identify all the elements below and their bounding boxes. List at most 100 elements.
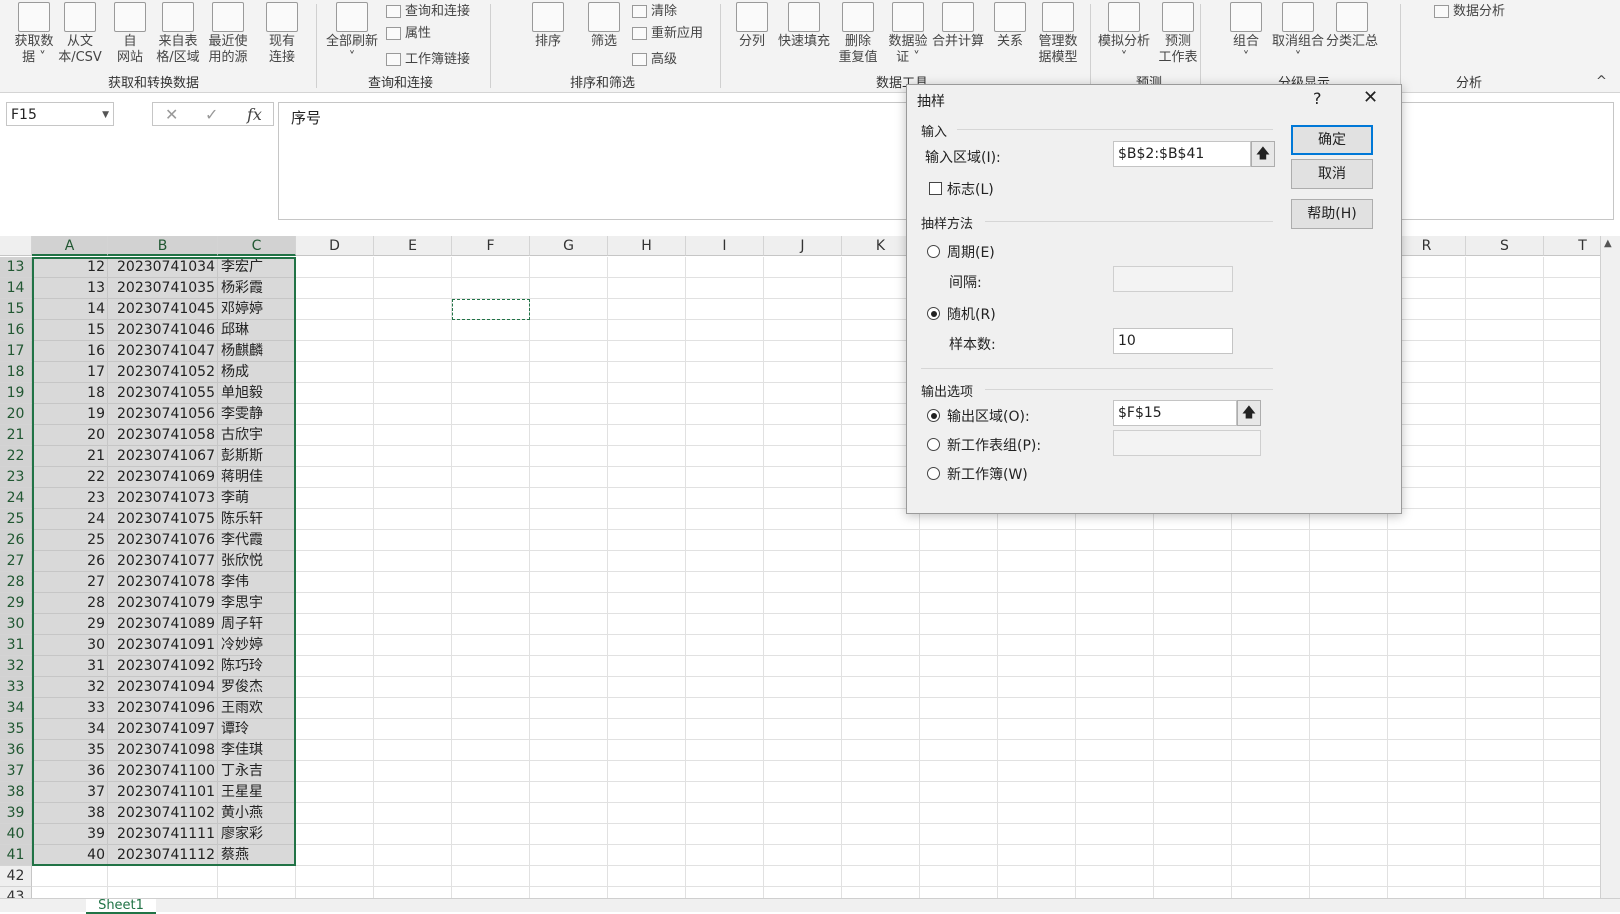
cancel-icon[interactable]: ✕ <box>165 105 178 124</box>
cell-a23[interactable]: 22 <box>32 467 108 488</box>
cell-g18[interactable] <box>530 362 608 383</box>
cell-t25[interactable] <box>1544 509 1600 530</box>
cell-e41[interactable] <box>374 845 452 866</box>
cell-j24[interactable] <box>764 488 842 509</box>
cell-h42[interactable] <box>608 866 686 887</box>
cell-t30[interactable] <box>1544 614 1600 635</box>
cell-j38[interactable] <box>764 782 842 803</box>
cell-i21[interactable] <box>686 425 764 446</box>
cell-k40[interactable] <box>842 824 920 845</box>
cell-i19[interactable] <box>686 383 764 404</box>
cell-b33[interactable]: 20230741094 <box>108 677 218 698</box>
cell-t41[interactable] <box>1544 845 1600 866</box>
cell-c23[interactable]: 蒋明佳 <box>218 467 296 488</box>
labels-checkbox[interactable] <box>929 182 942 195</box>
cell-f39[interactable] <box>452 803 530 824</box>
reapply-button[interactable]: 重新应用 <box>632 22 703 41</box>
ok-button[interactable]: 确定 <box>1291 125 1373 155</box>
cell-e34[interactable] <box>374 698 452 719</box>
cell-h37[interactable] <box>608 761 686 782</box>
cell-i13[interactable] <box>686 257 764 278</box>
scroll-up-icon[interactable]: ▲ <box>1604 238 1612 249</box>
cell-n27[interactable] <box>1076 551 1154 572</box>
cell-n31[interactable] <box>1076 635 1154 656</box>
cell-d40[interactable] <box>296 824 374 845</box>
cell-r40[interactable] <box>1388 824 1466 845</box>
cell-h36[interactable] <box>608 740 686 761</box>
cell-o29[interactable] <box>1154 593 1232 614</box>
cell-g41[interactable] <box>530 845 608 866</box>
name-box[interactable]: F15 ▼ <box>6 102 114 126</box>
cell-r38[interactable] <box>1388 782 1466 803</box>
row-header[interactable]: 21 <box>0 425 32 446</box>
cell-e29[interactable] <box>374 593 452 614</box>
cell-a18[interactable]: 17 <box>32 362 108 383</box>
output-range-field[interactable]: $F$15 <box>1113 400 1237 426</box>
row-header[interactable]: 39 <box>0 803 32 824</box>
cell-k30[interactable] <box>842 614 920 635</box>
cell-o37[interactable] <box>1154 761 1232 782</box>
row-header[interactable]: 20 <box>0 404 32 425</box>
cell-s22[interactable] <box>1466 446 1544 467</box>
cell-q40[interactable] <box>1310 824 1388 845</box>
cell-r35[interactable] <box>1388 719 1466 740</box>
cell-c14[interactable]: 杨彩霞 <box>218 278 296 299</box>
cell-t26[interactable] <box>1544 530 1600 551</box>
cell-t32[interactable] <box>1544 656 1600 677</box>
cell-b22[interactable]: 20230741067 <box>108 446 218 467</box>
cell-m40[interactable] <box>998 824 1076 845</box>
cell-c32[interactable]: 陈巧玲 <box>218 656 296 677</box>
cell-d41[interactable] <box>296 845 374 866</box>
row-header[interactable]: 18 <box>0 362 32 383</box>
period-input[interactable] <box>1113 266 1233 292</box>
cell-f31[interactable] <box>452 635 530 656</box>
cell-b18[interactable]: 20230741052 <box>108 362 218 383</box>
cell-f32[interactable] <box>452 656 530 677</box>
cell-g40[interactable] <box>530 824 608 845</box>
cell-b16[interactable]: 20230741046 <box>108 320 218 341</box>
cell-g29[interactable] <box>530 593 608 614</box>
cell-q32[interactable] <box>1310 656 1388 677</box>
cell-j42[interactable] <box>764 866 842 887</box>
cell-i24[interactable] <box>686 488 764 509</box>
cell-d31[interactable] <box>296 635 374 656</box>
cell-g28[interactable] <box>530 572 608 593</box>
cell-t40[interactable] <box>1544 824 1600 845</box>
row-header[interactable]: 35 <box>0 719 32 740</box>
cell-e39[interactable] <box>374 803 452 824</box>
cell-m42[interactable] <box>998 866 1076 887</box>
cell-t27[interactable] <box>1544 551 1600 572</box>
refresh-all-button[interactable]: 全部刷新 ˅ <box>320 0 384 70</box>
close-icon[interactable]: ✕ <box>1363 87 1378 108</box>
cell-s15[interactable] <box>1466 299 1544 320</box>
cell-k38[interactable] <box>842 782 920 803</box>
column-header-b[interactable]: B <box>108 236 218 256</box>
cell-j34[interactable] <box>764 698 842 719</box>
row-header[interactable]: 15 <box>0 299 32 320</box>
insert-function-icon[interactable]: fx <box>247 105 262 124</box>
new-sheet-input[interactable] <box>1113 430 1261 456</box>
cell-s14[interactable] <box>1466 278 1544 299</box>
cell-a40[interactable]: 39 <box>32 824 108 845</box>
cell-f21[interactable] <box>452 425 530 446</box>
cell-f33[interactable] <box>452 677 530 698</box>
cell-m26[interactable] <box>998 530 1076 551</box>
cell-j14[interactable] <box>764 278 842 299</box>
cell-t19[interactable] <box>1544 383 1600 404</box>
cell-j23[interactable] <box>764 467 842 488</box>
cell-a38[interactable]: 37 <box>32 782 108 803</box>
cell-g27[interactable] <box>530 551 608 572</box>
cell-h13[interactable] <box>608 257 686 278</box>
column-header-i[interactable]: I <box>686 236 764 256</box>
cell-f17[interactable] <box>452 341 530 362</box>
cell-c41[interactable]: 蔡燕 <box>218 845 296 866</box>
cell-d23[interactable] <box>296 467 374 488</box>
cell-s19[interactable] <box>1466 383 1544 404</box>
cell-g19[interactable] <box>530 383 608 404</box>
cell-i39[interactable] <box>686 803 764 824</box>
new-workbook-radio[interactable] <box>927 467 940 480</box>
cell-i33[interactable] <box>686 677 764 698</box>
cell-b23[interactable]: 20230741069 <box>108 467 218 488</box>
cell-q37[interactable] <box>1310 761 1388 782</box>
cell-f19[interactable] <box>452 383 530 404</box>
